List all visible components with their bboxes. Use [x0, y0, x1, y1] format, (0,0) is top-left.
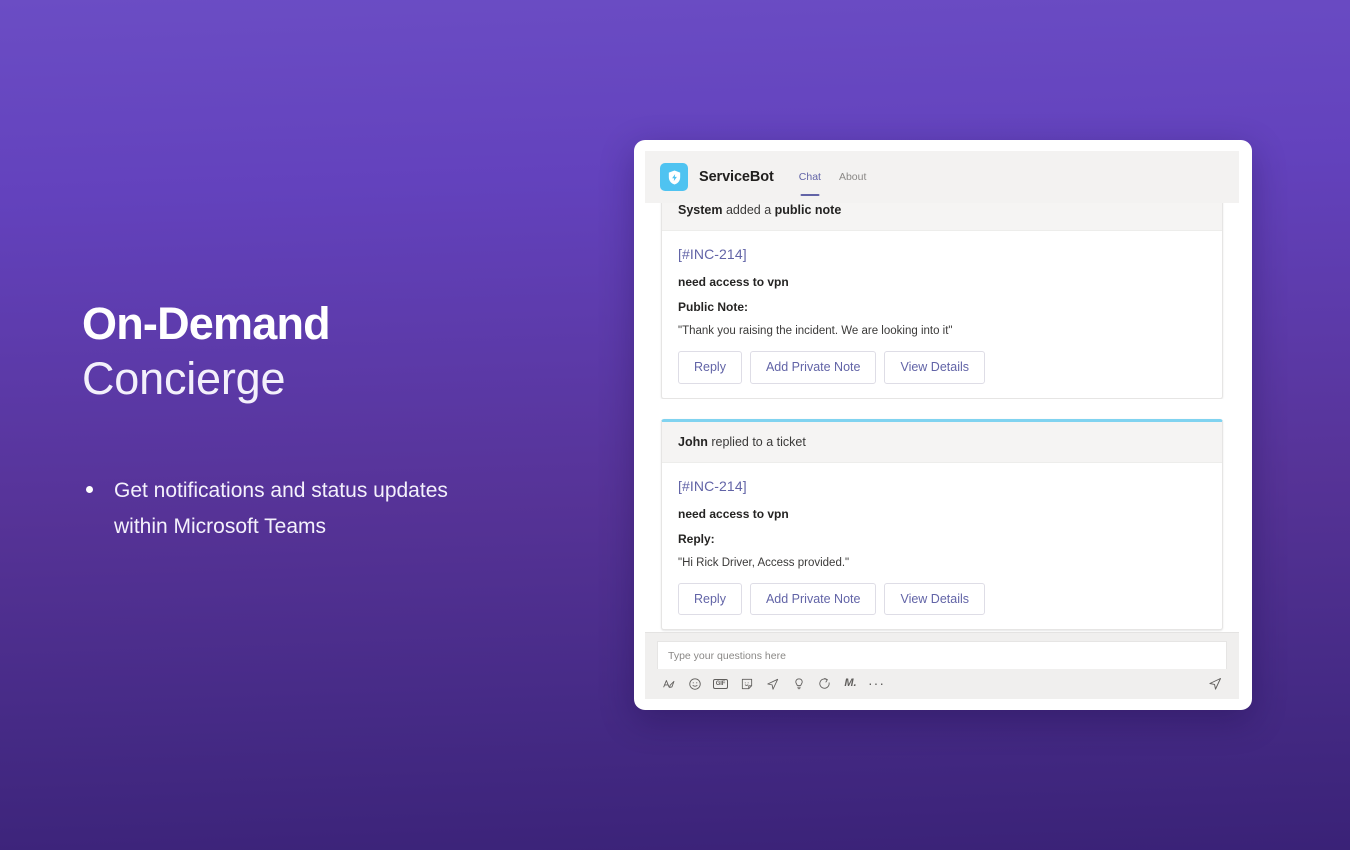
card-actor: John — [678, 434, 708, 449]
message-list: System added a public note [#INC-214] ne… — [645, 203, 1239, 630]
ticket-id-link[interactable]: [#INC-214] — [678, 478, 1206, 494]
chat-area: System added a public note [#INC-214] ne… — [645, 203, 1239, 699]
card-actions: Reply Add Private Note View Details — [678, 582, 1206, 615]
card-header: John replied to a ticket — [662, 421, 1222, 463]
compose-toolbar: GIF M. ··· — [657, 669, 1227, 693]
headline-secondary: Concierge — [82, 352, 286, 404]
add-private-note-button[interactable]: Add Private Note — [749, 582, 877, 615]
sticker-icon[interactable] — [739, 676, 754, 691]
bullet-text: Get notifications and status updates wit… — [114, 479, 448, 539]
app-window-frame: ServiceBot Chat About System added a pub… — [634, 140, 1252, 710]
table-row: System added a public note [#INC-214] ne… — [661, 203, 1223, 399]
table-row: John replied to a ticket [#INC-214] need… — [661, 418, 1223, 630]
card-action-text: added a — [722, 203, 775, 217]
headline-primary: On-Demand — [82, 298, 331, 349]
card-body: [#INC-214] need access to vpn Reply: "Hi… — [662, 463, 1222, 630]
ticket-subject: need access to vpn — [678, 275, 789, 289]
hero-panel: On-Demand Concierge Get notifications an… — [82, 298, 552, 545]
card-body: [#INC-214] need access to vpn Public Not… — [662, 231, 1222, 398]
card-action-emphasis: public note — [774, 203, 842, 217]
tab-chat[interactable]: Chat — [790, 151, 830, 203]
gif-icon[interactable]: GIF — [712, 676, 729, 691]
note-label: Reply: — [678, 531, 715, 546]
card-actions: Reply Add Private Note View Details — [678, 351, 1206, 384]
message-input[interactable]: Type your questions here — [657, 641, 1227, 669]
note-text: "Hi Rick Driver, Access provided." — [678, 556, 850, 569]
ticket-id-link[interactable]: [#INC-214] — [678, 246, 1206, 262]
card-action-text: replied to a ticket — [707, 434, 806, 449]
card-header: System added a public note — [662, 203, 1222, 231]
bot-name: ServiceBot — [699, 169, 774, 185]
reply-button[interactable]: Reply — [678, 582, 742, 615]
note-label: Public Note: — [678, 300, 749, 314]
loop-icon[interactable] — [817, 676, 832, 691]
add-private-note-button[interactable]: Add Private Note — [749, 351, 877, 384]
lightbulb-icon[interactable] — [791, 676, 806, 691]
praise-icon[interactable]: M. — [843, 676, 858, 691]
bullet-dot-icon — [86, 486, 93, 494]
ticket-subject: need access to vpn — [678, 506, 789, 521]
view-details-button[interactable]: View Details — [884, 351, 986, 384]
message-spacer — [661, 398, 1223, 419]
note-text: "Thank you raising the incident. We are … — [678, 325, 953, 337]
compose-area: Type your questions here GIF M. ··· — [645, 632, 1239, 699]
page-title: On-Demand Concierge — [82, 298, 552, 404]
more-options-icon[interactable]: ··· — [868, 676, 884, 691]
app-tabs: Chat About — [790, 151, 876, 203]
shield-bolt-icon — [660, 163, 688, 191]
feature-bullet-list: Get notifications and status updates wit… — [82, 473, 552, 545]
format-text-icon[interactable] — [661, 676, 676, 691]
app-header: ServiceBot Chat About — [645, 151, 1239, 203]
send-meeting-icon[interactable] — [765, 676, 780, 691]
card-actor: System — [678, 203, 723, 217]
teams-app: ServiceBot Chat About System added a pub… — [645, 151, 1239, 699]
reply-button[interactable]: Reply — [678, 351, 742, 384]
view-details-button[interactable]: View Details — [884, 582, 986, 615]
tab-about[interactable]: About — [830, 151, 875, 203]
emoji-icon[interactable] — [687, 676, 702, 691]
list-item: Get notifications and status updates wit… — [82, 473, 482, 545]
chat-scroll-region[interactable]: System added a public note [#INC-214] ne… — [645, 203, 1239, 632]
send-icon[interactable] — [1208, 676, 1223, 691]
